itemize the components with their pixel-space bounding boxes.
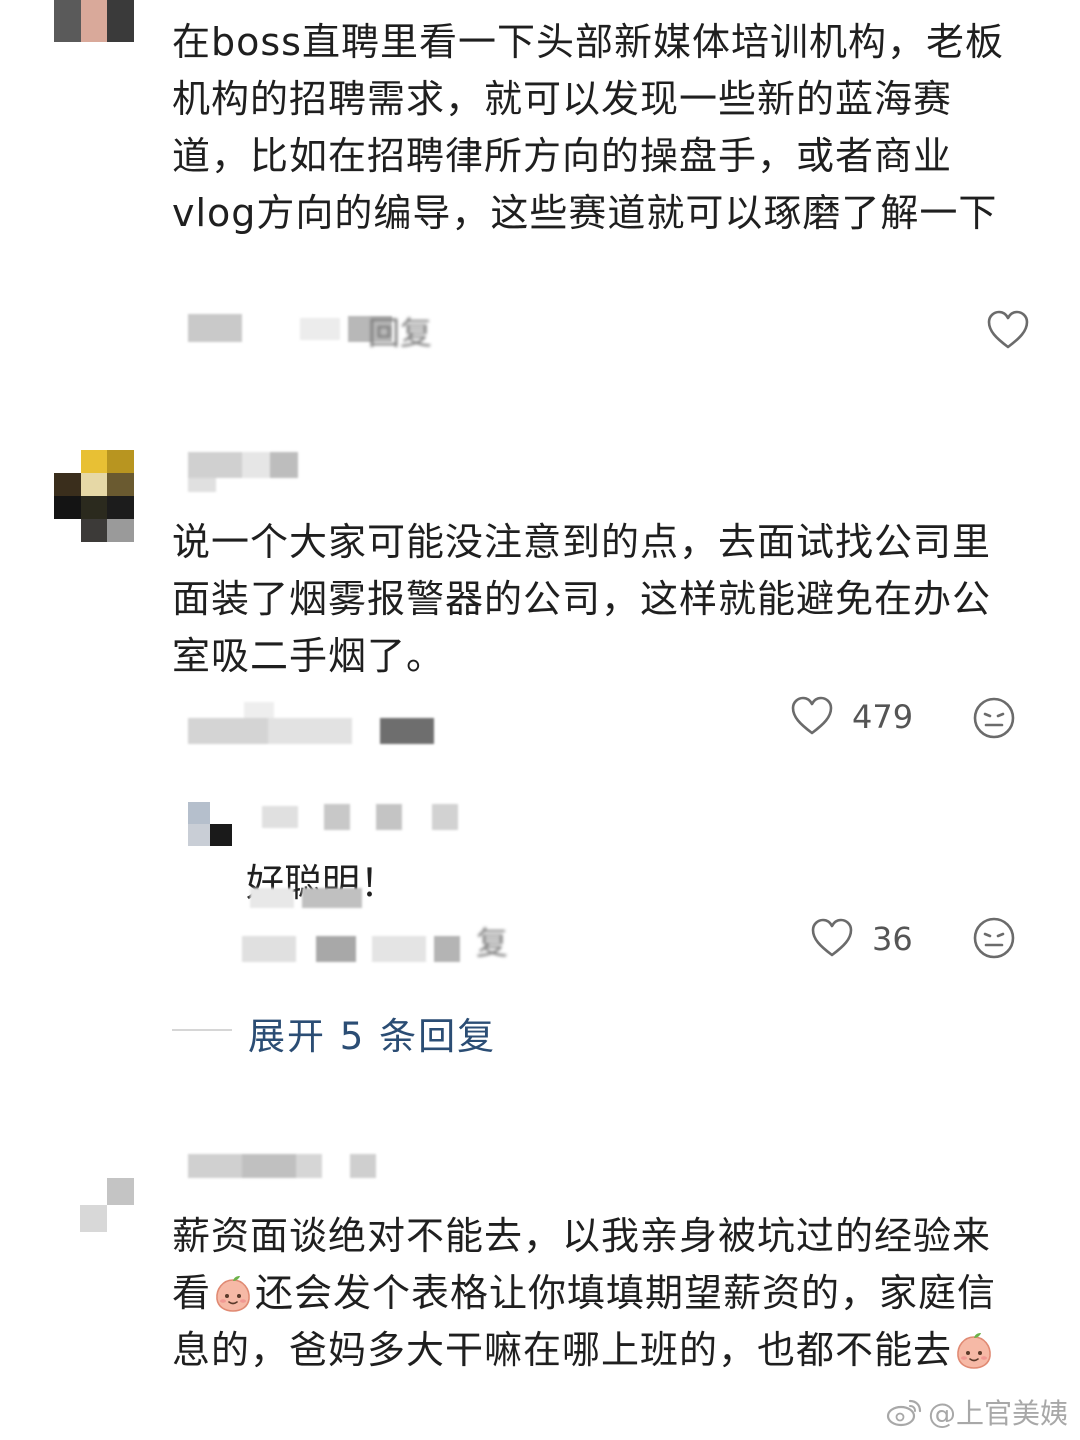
heart-icon[interactable]: [986, 310, 1030, 350]
reply-label[interactable]: 复: [476, 918, 508, 964]
heart-icon[interactable]: [790, 696, 834, 736]
peach-emoji-icon: [957, 1333, 991, 1369]
avatar[interactable]: [54, 450, 134, 542]
reply-avatar[interactable]: [188, 802, 232, 846]
reply-meta: [242, 888, 512, 964]
comment-text: 薪资面谈绝对不能去，以我亲身被坑过的经验来看 还会发个表格让你填填期望薪资的，家…: [172, 1208, 1022, 1379]
like-count: 36: [872, 920, 913, 958]
username[interactable]: [188, 1152, 388, 1182]
peach-emoji-icon: [216, 1276, 250, 1312]
comment-meta: [188, 700, 438, 748]
reply-username[interactable]: [262, 802, 462, 832]
username[interactable]: [188, 452, 298, 492]
heart-icon[interactable]: [810, 918, 854, 958]
dislike-face-icon[interactable]: [972, 916, 1016, 960]
comment-text: 说一个大家可能没注意到的点，去面试找公司里面装了烟雾报警器的公司，这样就能避免在…: [172, 520, 992, 678]
avatar[interactable]: [80, 1178, 134, 1232]
dislike-face-icon[interactable]: [972, 696, 1016, 740]
watermark-text: @上官美姨: [927, 1397, 1068, 1430]
comment-text-part: 还会发个表格让你填填期望薪资的，家庭信息的，爸妈多大干嘛在哪上班的，也都不能去: [172, 1271, 997, 1372]
reply-label[interactable]: 回复: [368, 308, 432, 354]
avatar[interactable]: [54, 0, 134, 42]
like-count: 479: [852, 698, 914, 736]
weibo-logo-icon: [886, 1399, 922, 1427]
comment-text: 在boss直聘里看一下头部新媒体培训机构，老板机构的招聘需求，就可以发现一些新的…: [172, 20, 1004, 235]
divider: [172, 1029, 232, 1031]
watermark: @上官美姨: [886, 1392, 1068, 1432]
expand-replies-link[interactable]: 展开 5 条回复: [248, 1006, 496, 1060]
